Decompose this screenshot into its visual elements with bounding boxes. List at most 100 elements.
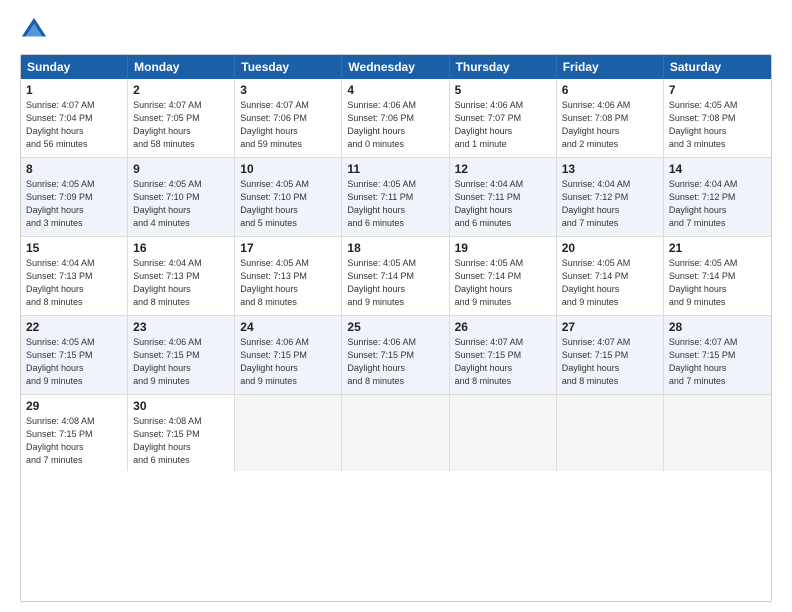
- calendar-cell: 24 Sunrise: 4:06 AMSunset: 7:15 PMDayligh…: [235, 316, 342, 394]
- calendar-cell: [557, 395, 664, 471]
- calendar-cell: 20 Sunrise: 4:05 AMSunset: 7:14 PMDayligh…: [557, 237, 664, 315]
- calendar-cell: 14 Sunrise: 4:04 AMSunset: 7:12 PMDayligh…: [664, 158, 771, 236]
- cell-content: Sunrise: 4:07 AMSunset: 7:05 PMDaylight …: [133, 99, 229, 151]
- cell-content: Sunrise: 4:07 AMSunset: 7:15 PMDaylight …: [562, 336, 658, 388]
- day-number: 13: [562, 162, 658, 176]
- calendar-cell: 21Sunrise: 4:05 AMSunset: 7:14 PMDayligh…: [664, 237, 771, 315]
- cell-content: Sunrise: 4:05 AMSunset: 7:14 PMDaylight …: [455, 257, 551, 309]
- calendar-cell: 2 Sunrise: 4:07 AMSunset: 7:05 PMDaylight…: [128, 79, 235, 157]
- calendar-body: 1 Sunrise: 4:07 AMSunset: 7:04 PMDaylight…: [21, 79, 771, 471]
- calendar-cell: [235, 395, 342, 471]
- cell-content: Sunrise: 4:08 AMSunset: 7:15 PMDaylight …: [26, 415, 122, 467]
- cal-header-day: Saturday: [664, 55, 771, 79]
- cell-content: Sunrise: 4:06 AMSunset: 7:06 PMDaylight …: [347, 99, 443, 151]
- calendar-cell: 4 Sunrise: 4:06 AMSunset: 7:06 PMDaylight…: [342, 79, 449, 157]
- cal-header-day: Wednesday: [342, 55, 449, 79]
- cell-content: Sunrise: 4:05 AMSunset: 7:10 PMDaylight …: [133, 178, 229, 230]
- day-number: 28: [669, 320, 766, 334]
- calendar-cell: 15Sunrise: 4:04 AMSunset: 7:13 PMDayligh…: [21, 237, 128, 315]
- calendar-row: 29 Sunrise: 4:08 AMSunset: 7:15 PMDayligh…: [21, 395, 771, 471]
- calendar-cell: 17 Sunrise: 4:05 AMSunset: 7:13 PMDayligh…: [235, 237, 342, 315]
- calendar-cell: 11 Sunrise: 4:05 AMSunset: 7:11 PMDayligh…: [342, 158, 449, 236]
- day-number: 22: [26, 320, 122, 334]
- cell-content: Sunrise: 4:05 AMSunset: 7:15 PMDaylight …: [26, 336, 122, 388]
- cell-content: Sunrise: 4:04 AMSunset: 7:13 PMDaylight …: [133, 257, 229, 309]
- calendar-cell: 26 Sunrise: 4:07 AMSunset: 7:15 PMDayligh…: [450, 316, 557, 394]
- cell-content: Sunrise: 4:04 AMSunset: 7:12 PMDaylight …: [562, 178, 658, 230]
- day-number: 26: [455, 320, 551, 334]
- calendar-cell: 28 Sunrise: 4:07 AMSunset: 7:15 PMDayligh…: [664, 316, 771, 394]
- cal-header-day: Friday: [557, 55, 664, 79]
- day-number: 18: [347, 241, 443, 255]
- cell-content: Sunrise: 4:07 AMSunset: 7:15 PMDaylight …: [669, 336, 766, 388]
- calendar-cell: 27 Sunrise: 4:07 AMSunset: 7:15 PMDayligh…: [557, 316, 664, 394]
- cell-content: Sunrise: 4:07 AMSunset: 7:04 PMDaylight …: [26, 99, 122, 151]
- calendar-cell: 29 Sunrise: 4:08 AMSunset: 7:15 PMDayligh…: [21, 395, 128, 471]
- calendar-cell: 5 Sunrise: 4:06 AMSunset: 7:07 PMDaylight…: [450, 79, 557, 157]
- day-number: 23: [133, 320, 229, 334]
- day-number: 20: [562, 241, 658, 255]
- calendar-cell: 13 Sunrise: 4:04 AMSunset: 7:12 PMDayligh…: [557, 158, 664, 236]
- cell-content: Sunrise: 4:05 AMSunset: 7:11 PMDaylight …: [347, 178, 443, 230]
- day-number: 10: [240, 162, 336, 176]
- cell-content: Sunrise: 4:05 AMSunset: 7:13 PMDaylight …: [240, 257, 336, 309]
- day-number: 16: [133, 241, 229, 255]
- cell-content: Sunrise: 4:05 AMSunset: 7:14 PMDaylight …: [347, 257, 443, 309]
- day-number: 2: [133, 83, 229, 97]
- day-number: 3: [240, 83, 336, 97]
- calendar-cell: 3 Sunrise: 4:07 AMSunset: 7:06 PMDaylight…: [235, 79, 342, 157]
- day-number: 29: [26, 399, 122, 413]
- day-number: 11: [347, 162, 443, 176]
- calendar-cell: 19Sunrise: 4:05 AMSunset: 7:14 PMDayligh…: [450, 237, 557, 315]
- header: [20, 16, 772, 44]
- calendar: SundayMondayTuesdayWednesdayThursdayFrid…: [20, 54, 772, 602]
- day-number: 27: [562, 320, 658, 334]
- day-number: 21: [669, 241, 766, 255]
- calendar-cell: 30 Sunrise: 4:08 AMSunset: 7:15 PMDayligh…: [128, 395, 235, 471]
- calendar-row: 22 Sunrise: 4:05 AMSunset: 7:15 PMDayligh…: [21, 316, 771, 395]
- calendar-cell: 8 Sunrise: 4:05 AMSunset: 7:09 PMDaylight…: [21, 158, 128, 236]
- cal-header-day: Tuesday: [235, 55, 342, 79]
- calendar-cell: 9Sunrise: 4:05 AMSunset: 7:10 PMDaylight…: [128, 158, 235, 236]
- cal-header-day: Monday: [128, 55, 235, 79]
- cal-header-day: Thursday: [450, 55, 557, 79]
- calendar-cell: 10 Sunrise: 4:05 AMSunset: 7:10 PMDayligh…: [235, 158, 342, 236]
- calendar-cell: 7Sunrise: 4:05 AMSunset: 7:08 PMDaylight…: [664, 79, 771, 157]
- cell-content: Sunrise: 4:04 AMSunset: 7:12 PMDaylight …: [669, 178, 766, 230]
- calendar-cell: 23 Sunrise: 4:06 AMSunset: 7:15 PMDayligh…: [128, 316, 235, 394]
- cell-content: Sunrise: 4:08 AMSunset: 7:15 PMDaylight …: [133, 415, 229, 467]
- cell-content: Sunrise: 4:06 AMSunset: 7:15 PMDaylight …: [347, 336, 443, 388]
- day-number: 17: [240, 241, 336, 255]
- cell-content: Sunrise: 4:05 AMSunset: 7:10 PMDaylight …: [240, 178, 336, 230]
- calendar-row: 8 Sunrise: 4:05 AMSunset: 7:09 PMDaylight…: [21, 158, 771, 237]
- cell-content: Sunrise: 4:06 AMSunset: 7:15 PMDaylight …: [240, 336, 336, 388]
- calendar-row: 15 Sunrise: 4:04 AMSunset: 7:13 PMDayligh…: [21, 237, 771, 316]
- calendar-row: 1 Sunrise: 4:07 AMSunset: 7:04 PMDaylight…: [21, 79, 771, 158]
- calendar-cell: 22 Sunrise: 4:05 AMSunset: 7:15 PMDayligh…: [21, 316, 128, 394]
- cell-content: Sunrise: 4:05 AMSunset: 7:08 PMDaylight …: [669, 99, 766, 151]
- cell-content: Sunrise: 4:06 AMSunset: 7:15 PMDaylight …: [133, 336, 229, 388]
- cell-content: Sunrise: 4:06 AMSunset: 7:07 PMDaylight …: [455, 99, 551, 151]
- calendar-cell: 25Sunrise: 4:06 AMSunset: 7:15 PMDayligh…: [342, 316, 449, 394]
- day-number: 12: [455, 162, 551, 176]
- cell-content: Sunrise: 4:05 AMSunset: 7:14 PMDaylight …: [562, 257, 658, 309]
- calendar-cell: [450, 395, 557, 471]
- cell-content: Sunrise: 4:05 AMSunset: 7:09 PMDaylight …: [26, 178, 122, 230]
- day-number: 30: [133, 399, 229, 413]
- cal-header-day: Sunday: [21, 55, 128, 79]
- day-number: 5: [455, 83, 551, 97]
- day-number: 14: [669, 162, 766, 176]
- day-number: 1: [26, 83, 122, 97]
- day-number: 24: [240, 320, 336, 334]
- calendar-cell: 18 Sunrise: 4:05 AMSunset: 7:14 PMDayligh…: [342, 237, 449, 315]
- cell-content: Sunrise: 4:07 AMSunset: 7:15 PMDaylight …: [455, 336, 551, 388]
- day-number: 8: [26, 162, 122, 176]
- cell-content: Sunrise: 4:07 AMSunset: 7:06 PMDaylight …: [240, 99, 336, 151]
- page: SundayMondayTuesdayWednesdayThursdayFrid…: [0, 0, 792, 612]
- calendar-cell: 16 Sunrise: 4:04 AMSunset: 7:13 PMDayligh…: [128, 237, 235, 315]
- calendar-cell: [664, 395, 771, 471]
- cell-content: Sunrise: 4:06 AMSunset: 7:08 PMDaylight …: [562, 99, 658, 151]
- day-number: 4: [347, 83, 443, 97]
- day-number: 15: [26, 241, 122, 255]
- calendar-cell: 12Sunrise: 4:04 AMSunset: 7:11 PMDayligh…: [450, 158, 557, 236]
